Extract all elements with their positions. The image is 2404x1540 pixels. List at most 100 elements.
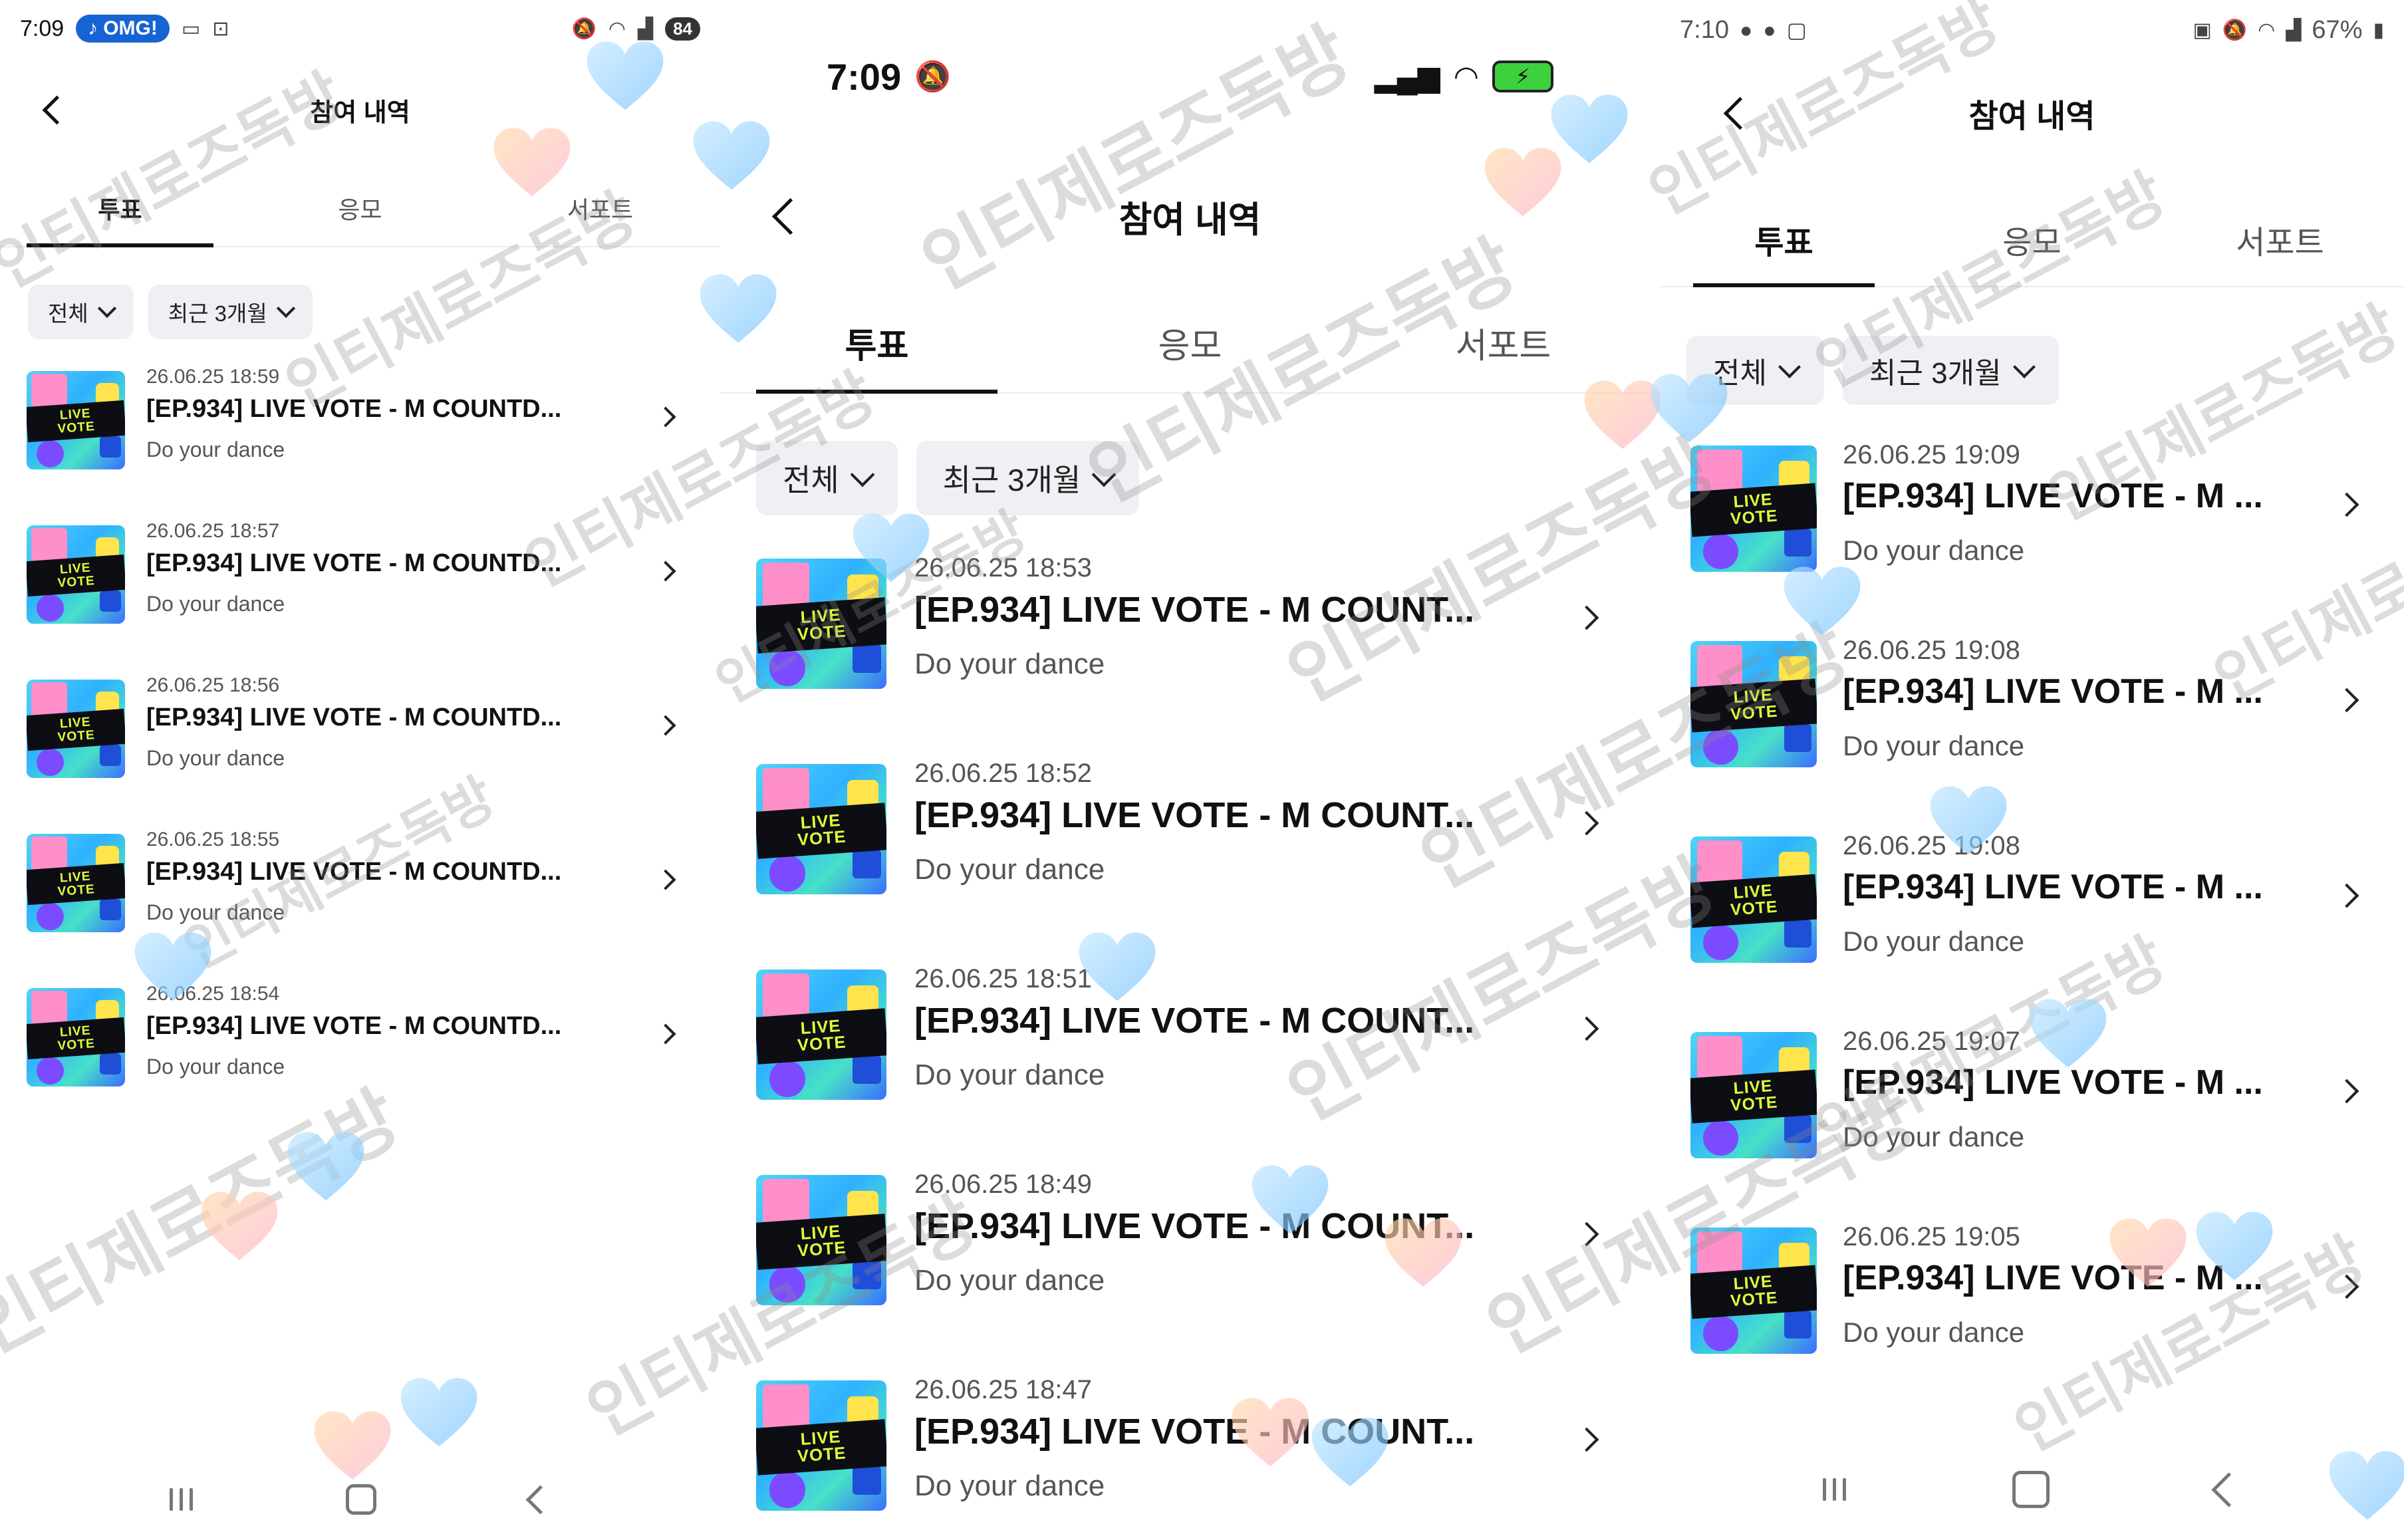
list-item[interactable]: LIVE VOTE 26.06.25 19:09 [EP.934] LIVE VO…	[1660, 439, 2404, 634]
filter-all-dropdown[interactable]: 전체	[28, 285, 134, 339]
item-subtitle: Do your dance	[1843, 1317, 2025, 1348]
screenshot-icon: ⊡	[212, 17, 229, 40]
item-subtitle: Do your dance	[914, 1470, 1105, 1502]
item-date: 26.06.25 18:47	[914, 1375, 1092, 1404]
home-button[interactable]	[2012, 1471, 2050, 1508]
battery-icon: 84	[665, 17, 700, 41]
chevron-right-icon	[2334, 1079, 2359, 1104]
app-header: 참여 내역	[1660, 80, 2404, 146]
mute-icon: 🔕	[2222, 19, 2248, 41]
list-item[interactable]: LIVE VOTE 26.06.25 18:59 [EP.934] LIVE VO…	[0, 364, 720, 519]
live-vote-thumbnail: LIVE VOTE	[27, 834, 125, 932]
list-item[interactable]: LIVE VOTE 26.06.25 19:08 [EP.934] LIVE VO…	[1660, 634, 2404, 830]
live-vote-thumbnail: LIVE VOTE	[1690, 641, 1817, 767]
chevron-right-icon	[655, 869, 676, 890]
item-date: 26.06.25 19:08	[1843, 636, 2020, 665]
item-date: 26.06.25 19:08	[1843, 831, 2020, 860]
tab-bar: 투표 응모 서포트	[720, 293, 1660, 394]
chevron-right-icon	[2334, 1274, 2359, 1299]
live-vote-label: LIVE VOTE	[1690, 1069, 1817, 1124]
tab-entry[interactable]: 응모	[1908, 193, 2156, 286]
chevron-right-icon	[2334, 883, 2359, 908]
filter-all-dropdown[interactable]: 전체	[756, 441, 898, 515]
wifi-icon: ◠	[1453, 60, 1479, 93]
item-title: [EP.934] LIVE VOTE - M COUNT...	[914, 590, 1475, 630]
live-vote-thumbnail: LIVE VOTE	[756, 764, 886, 894]
back-button[interactable]	[33, 86, 80, 133]
item-title: [EP.934] LIVE VOTE - M COUNT...	[914, 1001, 1475, 1041]
system-back-button[interactable]	[2211, 1472, 2246, 1507]
list-item[interactable]: LIVE VOTE 26.06.25 18:52 [EP.934] LIVE VO…	[720, 757, 1660, 963]
chevron-down-icon	[850, 462, 875, 487]
list-item[interactable]: LIVE VOTE 26.06.25 18:51 [EP.934] LIVE VO…	[720, 963, 1660, 1168]
tab-support[interactable]: 서포트	[1347, 293, 1660, 392]
live-vote-thumbnail: LIVE VOTE	[756, 1380, 886, 1511]
tab-vote[interactable]: 투표	[0, 170, 240, 247]
page-title: 참여 내역	[1968, 99, 2095, 134]
item-title: [EP.934] LIVE VOTE - M ...	[1843, 1063, 2263, 1102]
tab-entry[interactable]: 응모	[1033, 293, 1347, 392]
page-title: 참여 내역	[1119, 199, 1262, 240]
item-subtitle: Do your dance	[146, 438, 285, 461]
live-vote-thumbnail: LIVE VOTE	[27, 988, 125, 1087]
live-vote-thumbnail: LIVE VOTE	[756, 1175, 886, 1305]
tab-vote[interactable]: 투표	[720, 293, 1033, 394]
item-date: 26.06.25 19:07	[1843, 1027, 2020, 1056]
list-item[interactable]: LIVE VOTE 26.06.25 19:07 [EP.934] LIVE VO…	[1660, 1025, 2404, 1221]
chevron-down-icon	[1778, 356, 1801, 378]
chevron-right-icon	[2334, 688, 2359, 713]
list-item[interactable]: LIVE VOTE 26.06.25 18:57 [EP.934] LIVE VO…	[0, 519, 720, 673]
item-title: [EP.934] LIVE VOTE - M ...	[1843, 477, 2263, 515]
item-title: [EP.934] LIVE VOTE - M COUNTD...	[146, 858, 562, 886]
back-button[interactable]	[1713, 86, 1766, 140]
tab-support[interactable]: 서포트	[480, 170, 720, 246]
home-button[interactable]	[346, 1484, 377, 1515]
chevron-right-icon	[655, 1023, 676, 1045]
item-date: 26.06.25 18:49	[914, 1170, 1092, 1199]
chevron-right-icon	[655, 561, 676, 582]
item-title: [EP.934] LIVE VOTE - M COUNTD...	[146, 395, 562, 423]
system-nav-bar	[0, 1470, 720, 1529]
chevron-left-icon	[771, 197, 809, 235]
list-item[interactable]: LIVE VOTE 26.06.25 19:08 [EP.934] LIVE VO…	[1660, 830, 2404, 1025]
item-date: 26.06.25 18:52	[914, 759, 1092, 788]
status-time: 7:10	[1680, 15, 1729, 44]
tab-support[interactable]: 서포트	[2156, 193, 2404, 286]
signal-icon: ▟	[638, 17, 654, 40]
list-item[interactable]: LIVE VOTE 26.06.25 19:05 [EP.934] LIVE VO…	[1660, 1221, 2404, 1416]
chevron-down-icon	[1091, 462, 1117, 487]
chevron-right-icon	[1574, 1427, 1599, 1452]
live-vote-thumbnail: LIVE VOTE	[27, 371, 125, 469]
filter-all-dropdown[interactable]: 전체	[1686, 336, 1824, 405]
item-date: 26.06.25 18:53	[914, 553, 1092, 582]
item-title: [EP.934] LIVE VOTE - M COUNT...	[914, 795, 1475, 835]
list-item[interactable]: LIVE VOTE 26.06.25 18:53 [EP.934] LIVE VO…	[720, 552, 1660, 757]
screenshot-panel-1: 7:09 ♪ OMG! ▭ ⊡ 🔕 ◠ ▟ 84 참여 내역 투표 응모 서포트…	[0, 0, 720, 1540]
list-item[interactable]: LIVE VOTE 26.06.25 18:47 [EP.934] LIVE VO…	[720, 1374, 1660, 1540]
filter-period-dropdown[interactable]: 최근 3개월	[1842, 336, 2059, 405]
list-item[interactable]: LIVE VOTE 26.06.25 18:49 [EP.934] LIVE VO…	[720, 1168, 1660, 1374]
filter-bar: 전체 최근 3개월	[28, 285, 313, 339]
app-header: 참여 내역	[0, 80, 720, 140]
filter-period-dropdown[interactable]: 최근 3개월	[148, 285, 313, 339]
filter-period-dropdown[interactable]: 최근 3개월	[916, 441, 1140, 515]
chevron-right-icon	[1574, 1016, 1599, 1041]
live-vote-label: LIVE VOTE	[1690, 678, 1817, 733]
live-vote-label: LIVE VOTE	[1690, 1265, 1817, 1319]
system-back-button[interactable]	[525, 1485, 555, 1514]
tab-bar: 투표 응모 서포트	[0, 170, 720, 247]
list-item[interactable]: LIVE VOTE 26.06.25 18:55 [EP.934] LIVE VO…	[0, 827, 720, 981]
message-icon: ●	[1739, 17, 1753, 42]
vote-history-list: LIVE VOTE 26.06.25 19:09 [EP.934] LIVE VO…	[1660, 439, 2404, 1370]
recent-apps-button[interactable]	[1823, 1478, 1847, 1501]
chat-icon: ▭	[181, 17, 201, 40]
tab-entry[interactable]: 응모	[240, 170, 480, 246]
status-time: 7:09	[827, 55, 902, 98]
back-button[interactable]	[760, 186, 820, 246]
list-item[interactable]: LIVE VOTE 26.06.25 18:56 [EP.934] LIVE VO…	[0, 673, 720, 827]
vote-history-list: LIVE VOTE 26.06.25 18:59 [EP.934] LIVE VO…	[0, 364, 720, 1096]
list-item[interactable]: LIVE VOTE 26.06.25 18:54 [EP.934] LIVE VO…	[0, 981, 720, 1136]
recent-apps-button[interactable]	[170, 1488, 194, 1511]
item-date: 26.06.25 18:54	[146, 983, 280, 1005]
tab-vote[interactable]: 투표	[1660, 193, 1908, 287]
